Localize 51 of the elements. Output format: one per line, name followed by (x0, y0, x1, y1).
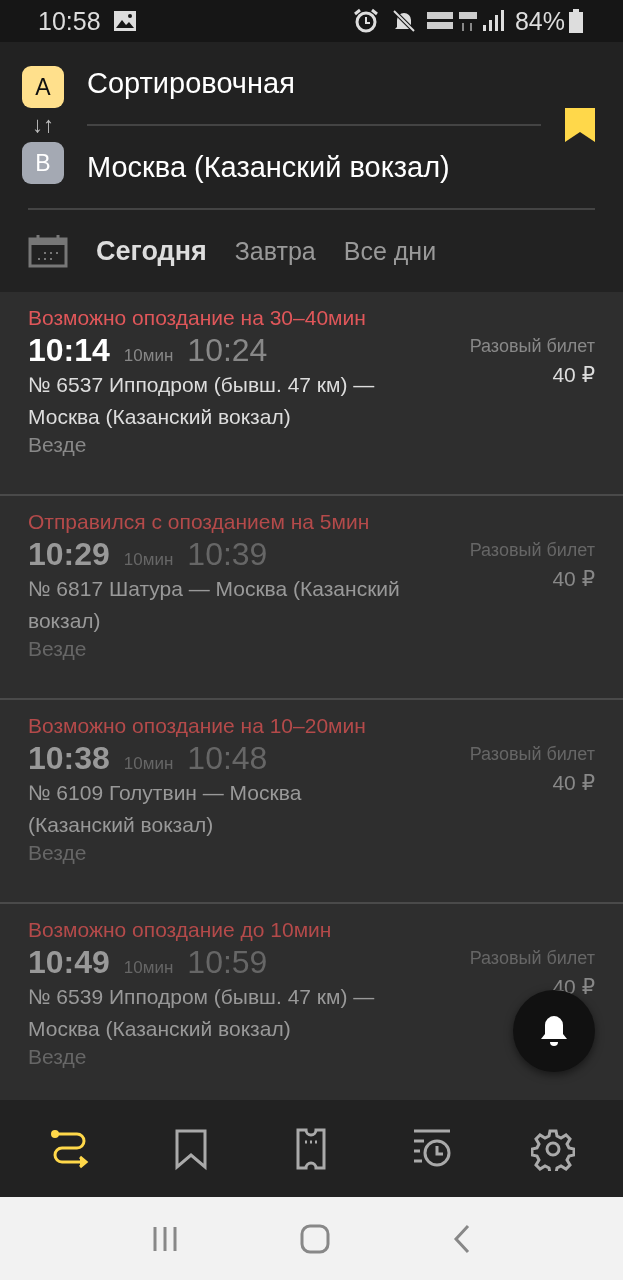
delay-status-text: Отправился с опозданием на 5мин (28, 510, 371, 534)
train-card[interactable]: Возможно опоздание на 10–20мин 10:38 10мин 10:48 № 6109 Голутвин — Москва (Казанский вокзал) Везде Разовый билет 40 ₽ (0, 700, 623, 904)
stops-info: Везде (28, 433, 88, 457)
arrival-time: 10:39 (187, 536, 268, 573)
battery-percent: 84% (514, 6, 565, 36)
stops-info: Везде (28, 1045, 88, 1069)
fare-type: Разовый билет (469, 948, 595, 969)
day-tab[interactable]: Завтра (234, 236, 316, 266)
delay-status-text: Возможно опоздание на 10–20мин (28, 714, 367, 738)
image-icon (112, 10, 137, 32)
train-route: № 6109 Голутвин — Москва (Казанский вокзал) (28, 780, 303, 838)
stops-info: Везде (28, 841, 88, 865)
fare-type: Разовый билет (469, 540, 595, 561)
day-tab[interactable]: Сегодня (96, 235, 207, 267)
trip-duration: 10мин (123, 346, 174, 366)
origin-station[interactable]: Сортировочная (87, 62, 541, 104)
trip-duration: 10мин (123, 550, 174, 570)
delay-status-text: Возможно опоздание на 30–40мин (28, 306, 367, 330)
arrival-time: 10:48 (187, 740, 268, 777)
train-card[interactable]: Отправился с опозданием на 5мин 10:29 10мин 10:39 № 6817 Шатура — Москва (Казанский вокзал) Везде Разовый билет 40 ₽ (0, 496, 623, 700)
departure-time: 10:14 (28, 332, 110, 369)
day-tab[interactable]: Все дни (343, 236, 437, 266)
ticket-price: 40 ₽ (551, 567, 595, 591)
delay-status-text: Возможно опоздание до 10мин (28, 918, 333, 942)
trip-duration: 10мин (123, 958, 174, 978)
origin-badge: A (22, 66, 64, 108)
stops-info: Везде (28, 637, 88, 661)
train-card[interactable]: Возможно опоздание на 30–40мин 10:14 10мин 10:24 № 6537 Ипподром (бывш. 47 км) — Москва (Казанский вокзал) Везде Разовый билет 40 ₽ (0, 292, 623, 496)
ticket-price: 40 ₽ (551, 363, 595, 387)
calendar-icon[interactable] (28, 234, 68, 268)
train-route: № 6539 Ипподром (бывш. 47 км) — Москва (Казанский вокзал) (28, 984, 376, 1042)
destination-badge: B (22, 142, 64, 184)
alarm-icon (352, 8, 379, 34)
arrival-time: 10:59 (187, 944, 268, 981)
battery-icon (569, 9, 583, 33)
ticket-price: 40 ₽ (551, 771, 595, 795)
fare-type: Разовый билет (469, 744, 595, 765)
departure-time: 10:49 (28, 944, 110, 981)
clock-time: 10:58 (38, 6, 101, 36)
destination-station[interactable]: Москва (Казанский вокзал) (87, 146, 541, 188)
bell-icon (539, 1014, 569, 1048)
trip-duration: 10мин (123, 754, 174, 774)
fare-type: Разовый билет (469, 336, 595, 357)
train-route: № 6537 Ипподром (бывш. 47 км) — Москва (Казанский вокзал) (28, 372, 376, 430)
arrival-time: 10:24 (187, 332, 268, 369)
departure-time: 10:38 (28, 740, 110, 777)
departure-time: 10:29 (28, 536, 110, 573)
swap-button[interactable]: ↓↑ (22, 108, 64, 142)
bookmark-icon[interactable] (565, 108, 595, 142)
train-route: № 6817 Шатура — Москва (Казанский вокзал) (28, 576, 401, 634)
mute-icon (390, 8, 417, 34)
